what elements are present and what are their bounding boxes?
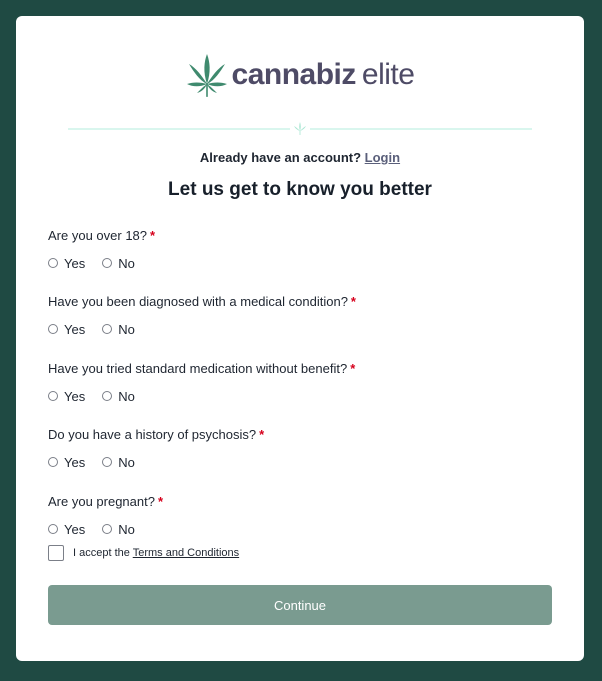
brand-name: cannabiz elite <box>232 52 415 98</box>
radio-group: Yes No <box>48 255 548 271</box>
required-marker: * <box>350 294 356 309</box>
question-medical-condition: Have you been diagnosed with a medical c… <box>48 294 548 337</box>
divider-line-left <box>68 128 290 130</box>
login-link[interactable]: Login <box>365 150 400 165</box>
question-over-18: Are you over 18? * Yes No <box>48 228 548 271</box>
divider-line-right <box>310 128 532 130</box>
radio-group: Yes No <box>48 388 548 404</box>
cannabis-leaf-icon <box>186 54 227 97</box>
question-psychosis-history: Do you have a history of psychosis? * Yes… <box>48 427 548 470</box>
brand-logo: cannabiz elite <box>16 52 584 98</box>
radio-label: Yes <box>64 454 86 470</box>
radio-label: No <box>118 454 135 470</box>
question-text: Are you pregnant? <box>48 494 155 509</box>
radio-option-no[interactable]: No <box>102 322 135 337</box>
radio-button[interactable] <box>48 258 58 268</box>
section-divider <box>68 122 532 136</box>
radio-button[interactable] <box>48 524 58 534</box>
radio-group: Yes No <box>48 521 548 537</box>
question-label: Do you have a history of psychosis? * <box>48 427 548 443</box>
radio-button[interactable] <box>102 391 113 401</box>
terms-link[interactable]: Terms and Conditions <box>133 547 239 559</box>
small-leaf-icon <box>294 122 306 135</box>
brand-name-light: elite <box>361 58 415 91</box>
radio-option-yes[interactable]: Yes <box>48 455 85 470</box>
question-text: Have you tried standard medication witho… <box>48 361 348 376</box>
radio-label: Yes <box>64 521 86 537</box>
radio-button[interactable] <box>48 391 58 401</box>
question-text: Do you have a history of psychosis? <box>48 427 257 442</box>
terms-acceptance: I accept the Terms and Conditions <box>48 545 239 561</box>
radio-button[interactable] <box>102 457 113 467</box>
radio-label: No <box>118 521 135 537</box>
page-title: Let us get to know you better <box>168 179 432 200</box>
radio-button[interactable] <box>48 324 58 334</box>
question-label: Have you been diagnosed with a medical c… <box>48 294 548 310</box>
radio-label: No <box>118 321 135 337</box>
radio-option-no[interactable]: No <box>102 522 135 537</box>
brand-name-bold: cannabiz <box>231 58 357 91</box>
question-standard-medication: Have you tried standard medication witho… <box>48 361 548 404</box>
terms-prefix: I accept the <box>73 547 130 559</box>
radio-button[interactable] <box>48 457 58 467</box>
radio-button[interactable] <box>102 324 113 334</box>
account-prompt-text: Already have an account? <box>199 150 362 165</box>
continue-button[interactable]: Continue <box>48 585 552 625</box>
radio-label: Yes <box>64 388 86 404</box>
radio-option-yes[interactable]: Yes <box>48 322 85 337</box>
required-marker: * <box>259 427 265 442</box>
terms-checkbox[interactable] <box>48 545 64 561</box>
question-label: Are you over 18? * <box>48 228 548 244</box>
question-label: Have you tried standard medication witho… <box>48 361 548 377</box>
signup-card: cannabiz elite Already have an account? L… <box>16 16 584 661</box>
required-marker: * <box>150 228 156 243</box>
radio-option-yes[interactable]: Yes <box>48 256 85 271</box>
radio-option-yes[interactable]: Yes <box>48 389 85 404</box>
terms-label: I accept the Terms and Conditions <box>73 547 239 559</box>
question-label: Are you pregnant? * <box>48 494 548 510</box>
radio-label: No <box>118 255 135 271</box>
account-prompt: Already have an account? Login <box>16 150 584 165</box>
required-marker: * <box>157 494 164 509</box>
radio-group: Yes No <box>48 321 548 337</box>
radio-group: Yes No <box>48 454 548 470</box>
radio-option-yes[interactable]: Yes <box>48 522 85 537</box>
radio-option-no[interactable]: No <box>102 256 135 271</box>
radio-label: No <box>118 388 135 404</box>
radio-option-no[interactable]: No <box>102 455 135 470</box>
required-marker: * <box>350 361 356 376</box>
radio-label: Yes <box>64 321 86 337</box>
question-text: Are you over 18? <box>48 228 148 243</box>
radio-option-no[interactable]: No <box>102 389 135 404</box>
radio-button[interactable] <box>102 258 113 268</box>
radio-label: Yes <box>64 255 86 271</box>
question-text: Have you been diagnosed with a medical c… <box>48 294 348 309</box>
question-pregnant: Are you pregnant? * Yes No <box>48 494 548 537</box>
radio-button[interactable] <box>102 524 113 534</box>
